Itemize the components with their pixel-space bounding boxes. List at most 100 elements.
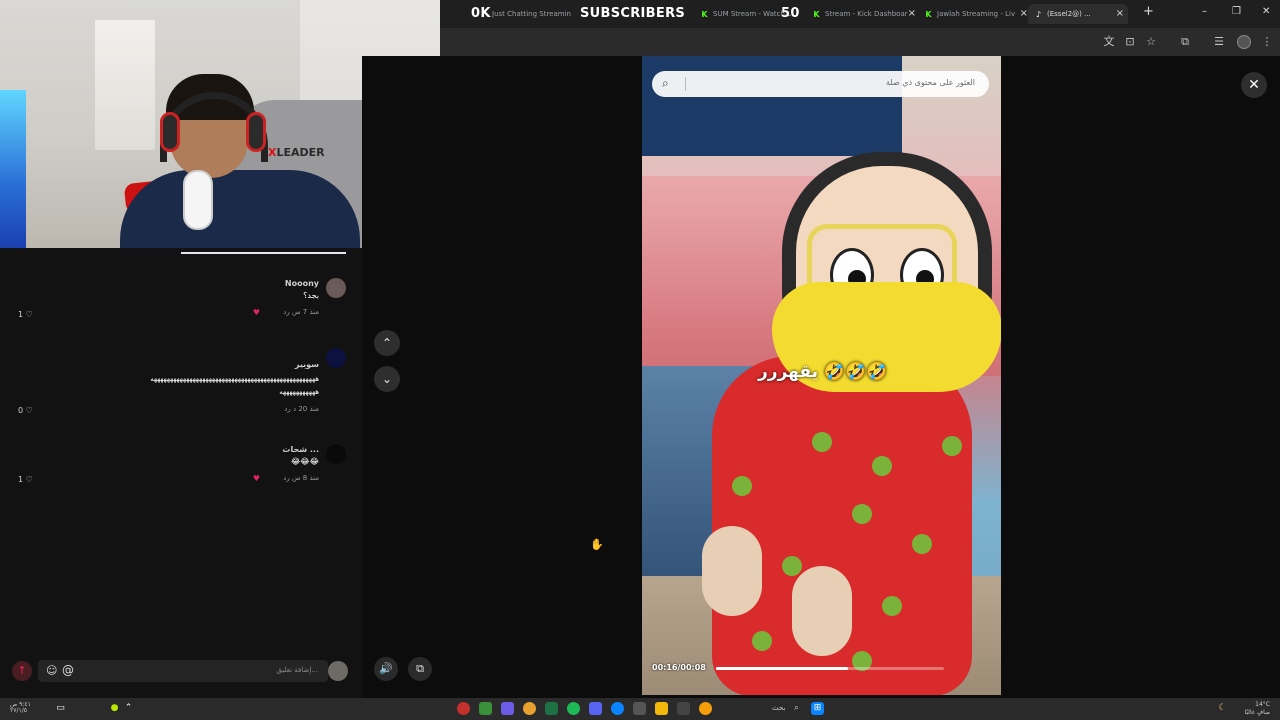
browser-tab-active[interactable]: ♪ (Essel2@) ... × (1028, 4, 1128, 24)
tab-overflow[interactable] (440, 4, 448, 24)
avatar[interactable] (326, 444, 346, 464)
send-comment-button[interactable]: ↑ (12, 661, 32, 681)
like-button[interactable]: 1 ♡ (18, 475, 33, 484)
comment-username[interactable]: سوبير (295, 360, 319, 369)
windows-taskbar: ٩:٤١ ص ٢٧/١/٥ ▭ ● ⌃ بحث ⌕ ⊞ 14°C صافٍ غا… (0, 698, 1280, 720)
mascot-dot (872, 456, 892, 476)
heart-outline-icon: ♡ (25, 310, 33, 319)
app-blue-icon[interactable] (589, 702, 602, 715)
avatar (328, 661, 348, 681)
task-view-icon[interactable] (677, 702, 690, 715)
taskbar-clock[interactable]: ٩:٤١ ص ٢٧/١/٥ (10, 702, 40, 714)
comments-scroll-indicator (181, 252, 346, 254)
mascot-dot (912, 534, 932, 554)
video-player[interactable]: يقهررر 🤣🤣🤣 ⌕ العثور على محتوى ذي صلة 00:… (642, 56, 1001, 695)
close-viewer-button[interactable]: ✕ (1241, 72, 1267, 98)
reply-link[interactable]: رد (283, 308, 290, 316)
tiktok-favicon-icon: ♪ (1035, 9, 1042, 19)
notification-icon[interactable]: ▭ (54, 702, 67, 715)
excel-icon[interactable] (545, 702, 558, 715)
tab-title: (Essel2@) ... (1047, 10, 1091, 18)
headset-cup-right (246, 112, 266, 152)
spotify-icon[interactable] (567, 702, 580, 715)
avatar[interactable] (326, 348, 346, 368)
widgets-icon[interactable] (699, 702, 712, 715)
chrome-icon[interactable] (523, 702, 536, 715)
nvidia-tray-icon[interactable]: ● (108, 702, 121, 715)
next-video-button[interactable]: ⌄ (374, 366, 400, 392)
browser-tab[interactable]: Just Chatting Streamin (492, 4, 576, 24)
emoji-icon[interactable]: ☺ (46, 664, 57, 677)
search-placeholder: العثور على محتوى ذي صلة (885, 78, 975, 87)
discord-icon[interactable] (501, 702, 514, 715)
video-progress-fill (716, 667, 849, 670)
tray-chevron-icon[interactable]: ⌃ (122, 702, 135, 715)
video-progress-bar[interactable] (716, 667, 944, 670)
tab-close-icon[interactable]: × (1116, 8, 1124, 19)
webcam-shelf (95, 20, 155, 150)
comment-time: منذ 7 س (291, 308, 319, 316)
bookmark-star-icon[interactable]: ☆ (1144, 35, 1158, 49)
volume-button[interactable]: 🔊 (374, 657, 398, 681)
reply-link[interactable]: رد (283, 474, 290, 482)
edge-icon[interactable] (611, 702, 624, 715)
comment-username[interactable]: شحات ... (282, 445, 319, 454)
install-app-icon[interactable]: ⊡ (1123, 35, 1137, 49)
minimize-button[interactable]: – (1202, 6, 1207, 17)
browser-tab[interactable]: K Stream - Kick Dashboar × (812, 4, 916, 24)
heart-outline-icon: ♡ (25, 475, 33, 484)
comment-item: شحات ... 😂😂😂 منذ 8 س رد ♥ (16, 444, 346, 490)
chevron-up-icon: ⌃ (381, 336, 393, 350)
profile-avatar[interactable] (1237, 35, 1251, 49)
reply-link[interactable]: رد (284, 405, 291, 413)
window-close-button[interactable]: ✕ (1262, 6, 1270, 17)
restore-button[interactable]: ❐ (1232, 6, 1241, 17)
stream-overlay-count-right: 50 (781, 6, 800, 21)
related-search-bar[interactable]: ⌕ العثور على محتوى ذي صلة (652, 71, 989, 97)
weather-desc: صافٍ غالبًا (1244, 709, 1270, 716)
tab-search-icon[interactable]: ☰ (1212, 35, 1226, 49)
comment-username[interactable]: Nooony (285, 279, 319, 288)
kick-favicon-icon: K (701, 9, 708, 19)
taskbar-search-label[interactable]: بحث (772, 704, 785, 712)
avatar[interactable] (326, 278, 346, 298)
comment-text: بجد؟ (303, 291, 319, 300)
streamer-body (120, 170, 360, 248)
mention-icon[interactable]: @ (62, 663, 74, 677)
browser-tab-strip: 0K Just Chatting Streamin SUBSCRIBERS K … (440, 0, 1280, 28)
app-record-icon[interactable] (457, 702, 470, 715)
comment-text-line2: هههههههههههه (279, 388, 319, 396)
video-caption: يقهررر 🤣🤣🤣 (758, 362, 888, 382)
tab-close-icon[interactable]: × (908, 8, 916, 19)
like-button[interactable]: 0 ♡ (18, 406, 33, 415)
weather-icon: ☾ (1218, 703, 1227, 713)
comment-input-bar: ↑ ☺ @ إضافة تعليق... (10, 660, 348, 682)
comment-time: منذ 8 س (291, 474, 319, 482)
like-count: 0 (18, 406, 24, 415)
file-explorer-icon[interactable] (655, 702, 668, 715)
picture-in-picture-button[interactable]: ⧉ (408, 657, 432, 681)
like-button[interactable]: 1 ♡ (18, 310, 33, 319)
search-icon[interactable]: ⌕ (662, 76, 669, 91)
mascot-dot (882, 596, 902, 616)
comments-panel: Nooony بجد؟ منذ 7 س رد ♥ 1 ♡ سوبير ههههه… (0, 248, 362, 698)
browser-menu-icon[interactable]: ⋮ (1260, 35, 1274, 49)
translate-icon[interactable]: 文 (1102, 35, 1116, 49)
tab-close-icon[interactable]: × (1020, 8, 1028, 19)
microphone (183, 170, 213, 230)
comment-item: Nooony بجد؟ منذ 7 س رد ♥ (16, 278, 346, 324)
video-viewer: ⌃ ⌄ 🔊 ⧉ يقهررر 🤣🤣🤣 ⌕ العثور على محتوى ذي… (362, 56, 1280, 698)
new-tab-button[interactable]: + (1143, 4, 1154, 19)
browser-tab[interactable]: K Jawlah Streaming - Liv × (924, 4, 1028, 24)
video-time: 00:16/00:08 (652, 663, 706, 672)
mouse-cursor-icon: ✋ (590, 538, 604, 551)
extensions-icon[interactable]: ⧉ (1178, 35, 1192, 49)
app-green-icon[interactable] (479, 702, 492, 715)
previous-video-button[interactable]: ⌃ (374, 330, 400, 356)
store-icon[interactable] (633, 702, 646, 715)
search-icon[interactable]: ⌕ (790, 702, 803, 715)
weather-widget[interactable]: 14°C صافٍ غالبًا (1245, 701, 1270, 717)
comment-text: هههههههههههههههههههههههههههههههههههههههه… (150, 375, 319, 383)
creator-liked-icon: ♥ (252, 474, 260, 483)
windows-start-icon[interactable]: ⊞ (811, 702, 824, 715)
